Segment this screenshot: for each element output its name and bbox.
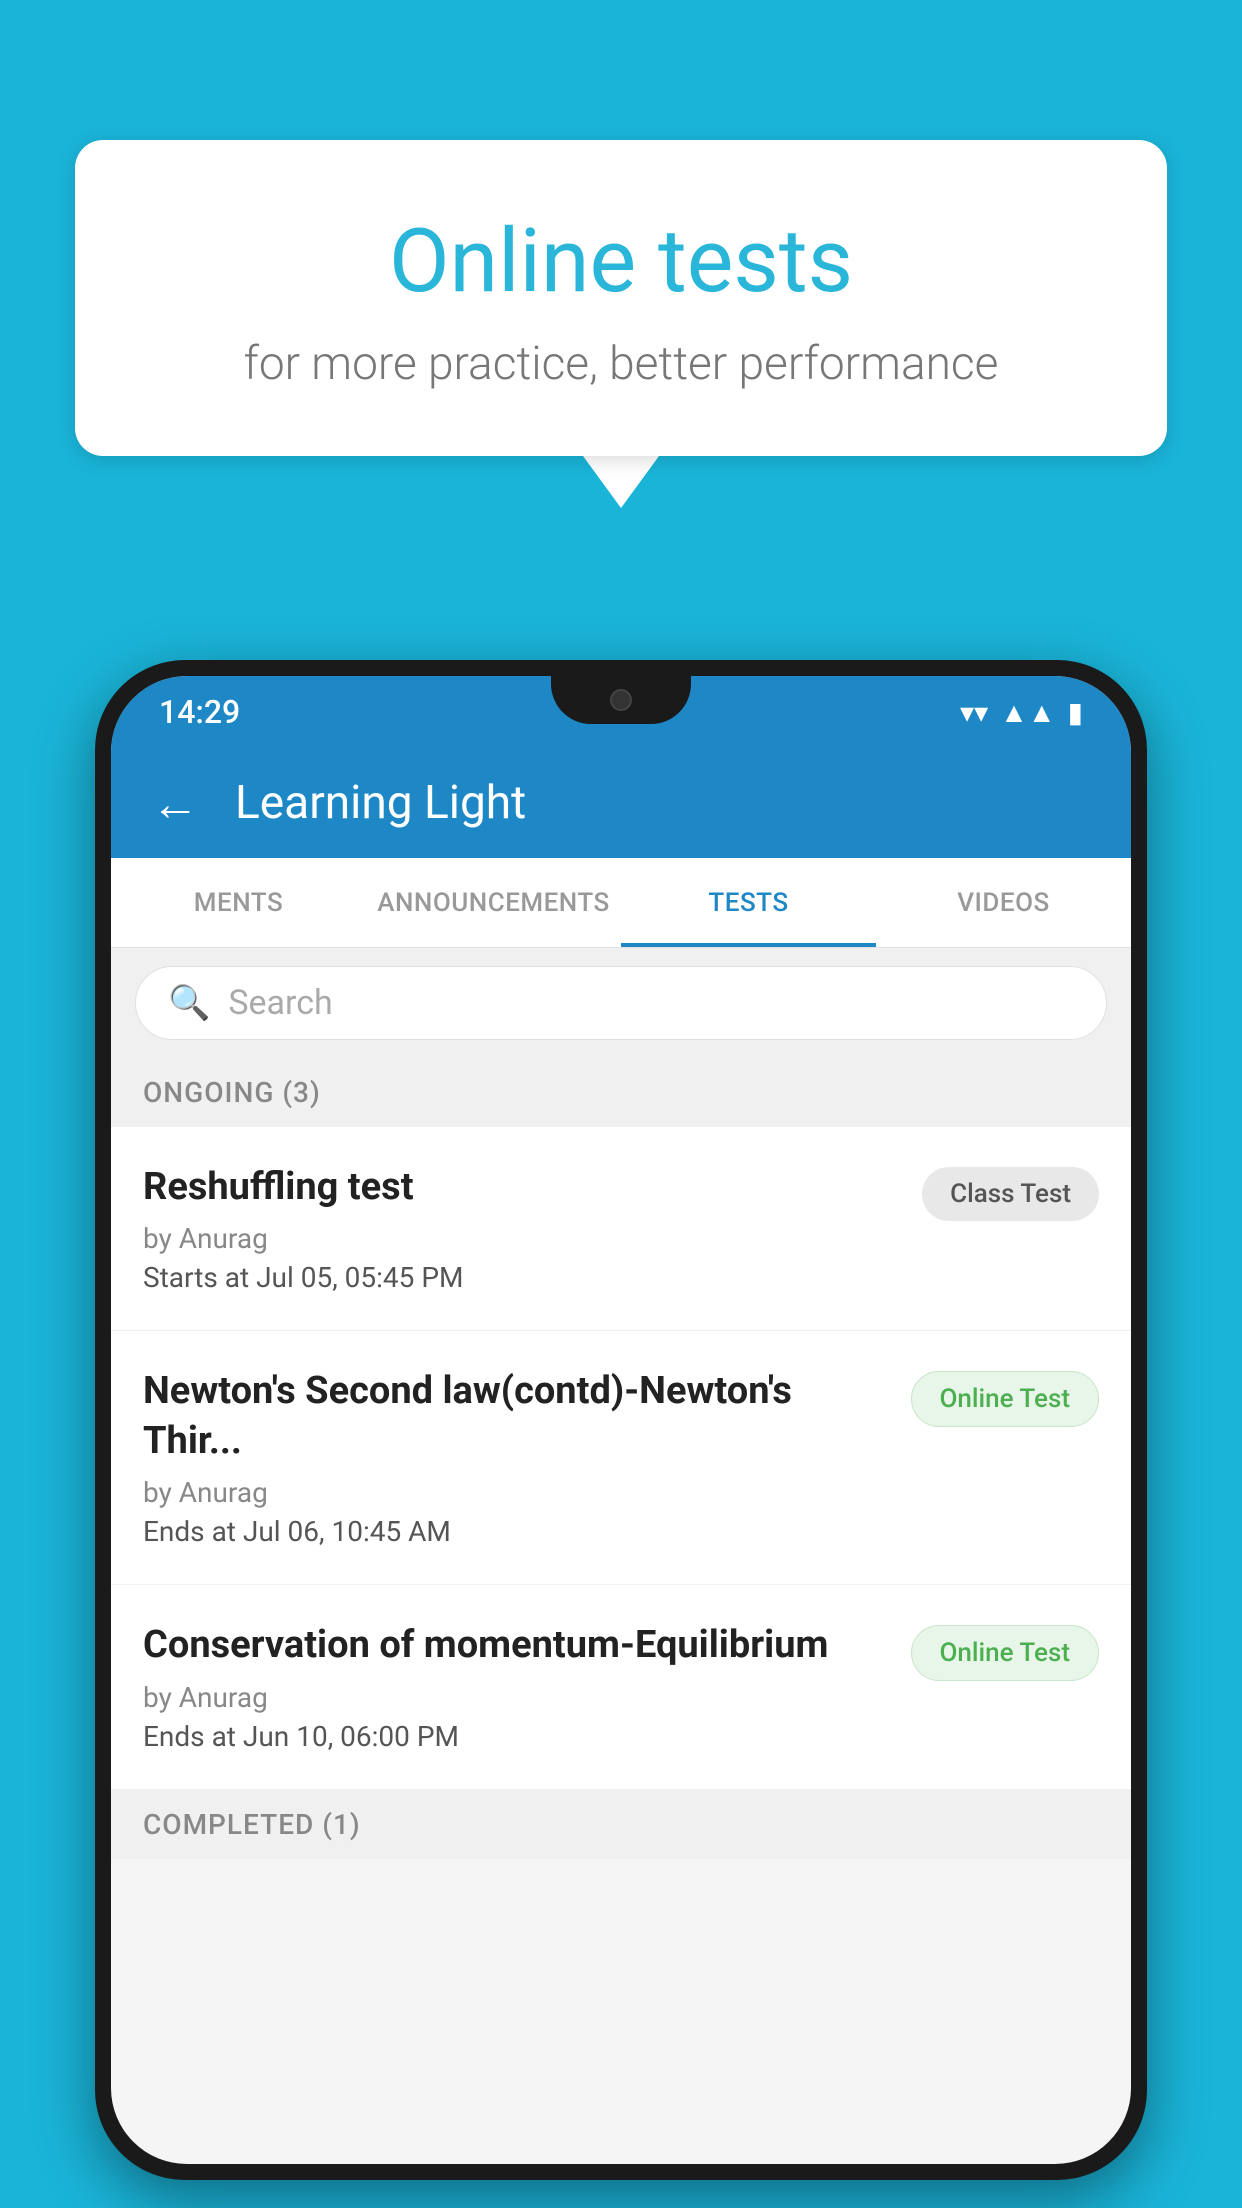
speech-bubble-container: Online tests for more practice, better p… bbox=[75, 140, 1167, 508]
test-info: Reshuffling test by Anurag Starts at Jul… bbox=[143, 1163, 898, 1294]
test-info: Conservation of momentum-Equilibrium by … bbox=[143, 1621, 887, 1752]
test-date: Starts at Jul 05, 05:45 PM bbox=[143, 1261, 898, 1294]
test-author: by Anurag bbox=[143, 1681, 887, 1714]
search-container: 🔍 Search bbox=[111, 948, 1131, 1058]
signal-icon: ▲▲ bbox=[1000, 696, 1055, 729]
test-name: Conservation of momentum-Equilibrium bbox=[143, 1621, 887, 1670]
test-info: Newton's Second law(contd)-Newton's Thir… bbox=[143, 1367, 887, 1548]
test-item[interactable]: Newton's Second law(contd)-Newton's Thir… bbox=[111, 1331, 1131, 1585]
speech-bubble: Online tests for more practice, better p… bbox=[75, 140, 1167, 456]
camera bbox=[610, 689, 632, 711]
test-badge-online: Online Test bbox=[911, 1371, 1100, 1427]
completed-section-header: COMPLETED (1) bbox=[111, 1790, 1131, 1859]
tab-videos[interactable]: VIDEOS bbox=[876, 858, 1131, 947]
test-list: Reshuffling test by Anurag Starts at Jul… bbox=[111, 1127, 1131, 1790]
status-time: 14:29 bbox=[159, 693, 240, 731]
notch bbox=[551, 676, 691, 724]
battery-icon: ▮ bbox=[1068, 696, 1083, 729]
status-bar: 14:29 ▾▾ ▲▲ ▮ bbox=[111, 676, 1131, 748]
status-icons: ▾▾ ▲▲ ▮ bbox=[960, 696, 1083, 729]
app-title: Learning Light bbox=[235, 776, 526, 830]
app-bar: ← Learning Light bbox=[111, 748, 1131, 858]
test-date: Ends at Jun 10, 06:00 PM bbox=[143, 1720, 887, 1753]
test-author: by Anurag bbox=[143, 1476, 887, 1509]
back-button[interactable]: ← bbox=[151, 775, 199, 832]
phone-screen: 14:29 ▾▾ ▲▲ ▮ ← Learning Light MENTS ANN… bbox=[111, 676, 1131, 2164]
ongoing-section-header: ONGOING (3) bbox=[111, 1058, 1131, 1127]
tab-ments[interactable]: MENTS bbox=[111, 858, 366, 947]
test-date: Ends at Jul 06, 10:45 AM bbox=[143, 1515, 887, 1548]
search-input-wrapper[interactable]: 🔍 Search bbox=[135, 966, 1107, 1040]
phone-body: 14:29 ▾▾ ▲▲ ▮ ← Learning Light MENTS ANN… bbox=[95, 660, 1147, 2180]
test-name: Newton's Second law(contd)-Newton's Thir… bbox=[143, 1367, 887, 1466]
speech-bubble-arrow bbox=[583, 456, 659, 508]
search-icon: 🔍 bbox=[168, 983, 210, 1023]
speech-bubble-title: Online tests bbox=[155, 210, 1087, 313]
tab-tests[interactable]: TESTS bbox=[621, 858, 876, 947]
test-item[interactable]: Reshuffling test by Anurag Starts at Jul… bbox=[111, 1127, 1131, 1331]
test-name: Reshuffling test bbox=[143, 1163, 898, 1212]
wifi-icon: ▾▾ bbox=[960, 696, 988, 729]
phone-container: 14:29 ▾▾ ▲▲ ▮ ← Learning Light MENTS ANN… bbox=[95, 660, 1147, 2208]
tabs-bar: MENTS ANNOUNCEMENTS TESTS VIDEOS bbox=[111, 858, 1131, 948]
test-item[interactable]: Conservation of momentum-Equilibrium by … bbox=[111, 1585, 1131, 1789]
test-badge-online-2: Online Test bbox=[911, 1625, 1100, 1681]
test-badge-class: Class Test bbox=[922, 1167, 1099, 1221]
tab-announcements[interactable]: ANNOUNCEMENTS bbox=[366, 858, 621, 947]
test-author: by Anurag bbox=[143, 1222, 898, 1255]
speech-bubble-subtitle: for more practice, better performance bbox=[155, 337, 1087, 391]
search-input[interactable]: Search bbox=[228, 983, 332, 1023]
